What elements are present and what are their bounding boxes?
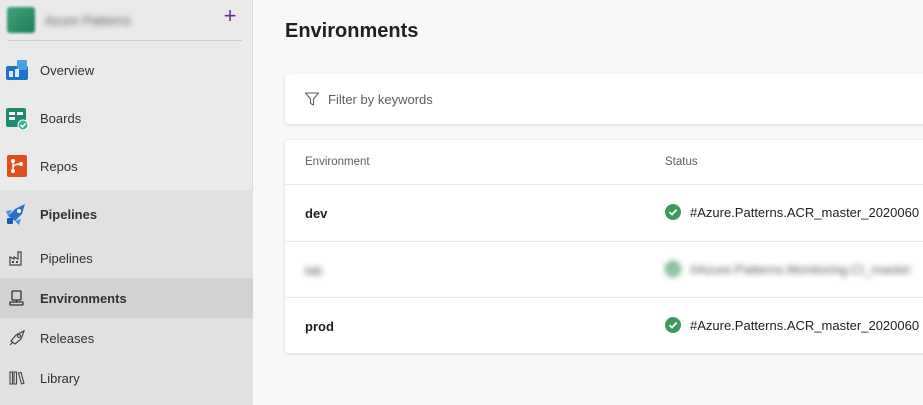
subnav-label-library: Library xyxy=(40,370,80,386)
pipelines-factory-icon xyxy=(9,251,22,266)
add-button[interactable]: + xyxy=(219,5,241,28)
status-cell[interactable]: #Azure.Patterns.ACR_master_2020060 xyxy=(665,204,919,220)
subnav-label-environments: Environments xyxy=(40,290,127,306)
subnav-item-library[interactable]: Library xyxy=(0,358,253,398)
table-row[interactable]: prod #Azure.Patterns.ACR_master_2020060 xyxy=(285,298,923,353)
success-check-icon xyxy=(665,261,681,277)
environment-name[interactable]: dev xyxy=(305,206,327,221)
filter-funnel-icon[interactable] xyxy=(304,91,320,107)
subnav-item-releases[interactable]: Releases xyxy=(0,318,253,358)
repos-icon xyxy=(7,155,27,177)
page-title: Environments xyxy=(285,20,419,42)
nav-label-overview: Overview xyxy=(40,62,95,78)
overview-icon xyxy=(6,60,28,80)
left-navigation: Azure Patterns + Overview Boards Repos P… xyxy=(0,0,253,405)
table-row[interactable]: dev #Azure.Patterns.ACR_master_2020060 xyxy=(285,185,923,241)
subnav-item-pipelines[interactable]: Pipelines xyxy=(0,238,253,278)
column-header-environment[interactable]: Environment xyxy=(305,156,370,168)
nav-item-pipelines[interactable]: Pipelines xyxy=(0,190,253,238)
project-avatar[interactable] xyxy=(7,7,35,33)
status-run-name: #Azure.Patterns.ACR_master_2020060 xyxy=(690,204,920,220)
nav-item-boards[interactable]: Boards xyxy=(0,94,253,142)
subnav-label-releases: Releases xyxy=(40,330,95,346)
filter-bar xyxy=(285,74,923,124)
status-cell[interactable]: #Azure.Patterns.Monitoring.CI_master xyxy=(665,261,911,277)
status-run-name: #Azure.Patterns.ACR_master_2020060 xyxy=(690,317,920,333)
success-check-icon xyxy=(665,317,681,333)
status-cell[interactable]: #Azure.Patterns.ACR_master_2020060 xyxy=(665,317,919,333)
project-name[interactable]: Azure Patterns xyxy=(45,13,131,28)
nav-label-pipelines: Pipelines xyxy=(40,206,98,222)
environments-table: Environment Status dev #Azure.Patterns.A… xyxy=(285,140,923,353)
success-check-icon xyxy=(665,204,681,220)
project-header: Azure Patterns xyxy=(0,0,252,40)
subnav-item-environments[interactable]: Environments xyxy=(0,278,253,318)
nav-label-repos: Repos xyxy=(40,158,78,174)
nav-item-repos[interactable]: Repos xyxy=(0,142,253,190)
library-icon xyxy=(9,371,25,385)
environments-icon xyxy=(9,290,24,306)
nav-label-boards: Boards xyxy=(40,110,82,126)
subnav-label-pipelines: Pipelines xyxy=(40,250,93,266)
releases-rocket-icon xyxy=(9,329,26,346)
filter-keywords-input[interactable] xyxy=(328,89,888,109)
environment-name[interactable]: prod xyxy=(305,319,334,334)
header-divider xyxy=(8,40,242,41)
environment-name[interactable]: lab xyxy=(305,263,322,278)
pipelines-rocket-icon xyxy=(6,204,25,225)
column-header-status[interactable]: Status xyxy=(665,156,698,168)
table-row[interactable]: lab #Azure.Patterns.Monitoring.CI_master xyxy=(285,242,923,298)
boards-icon xyxy=(6,108,29,130)
status-run-name: #Azure.Patterns.Monitoring.CI_master xyxy=(690,261,912,277)
nav-item-overview[interactable]: Overview xyxy=(0,46,253,94)
